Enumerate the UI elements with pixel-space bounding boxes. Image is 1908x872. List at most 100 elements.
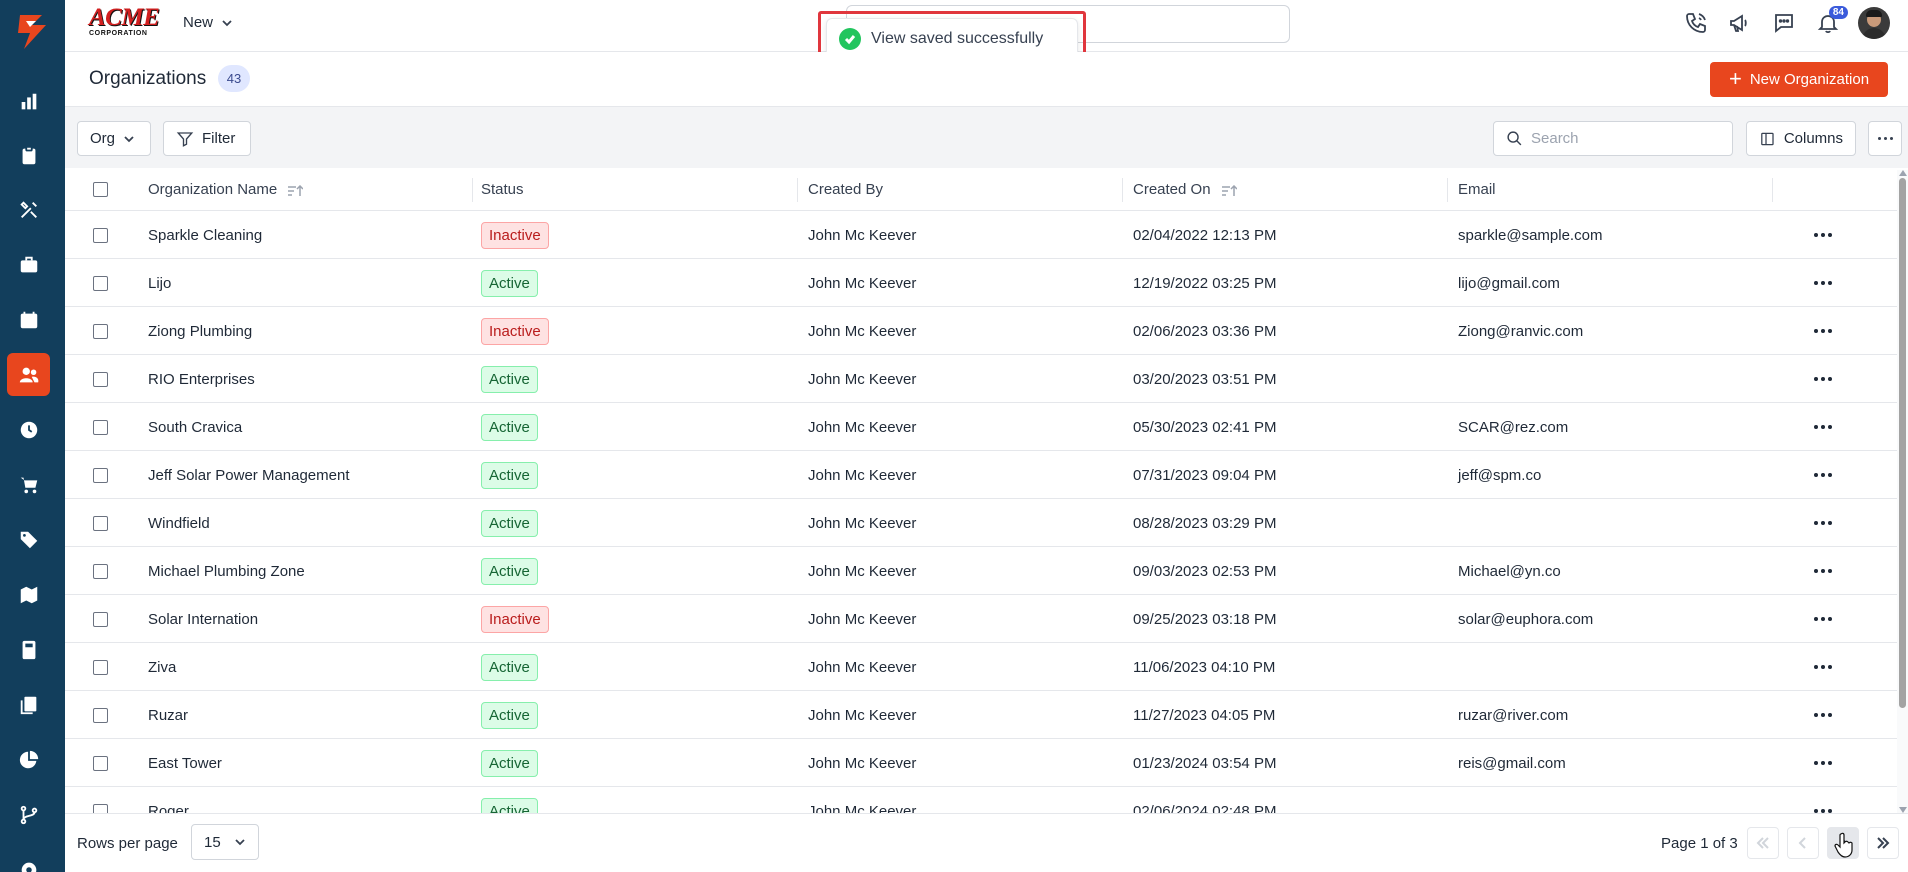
row-checkbox[interactable] <box>93 707 108 723</box>
table-scrollbar[interactable] <box>1897 170 1908 813</box>
table-row[interactable]: Michael Plumbing Zone Active John Mc Keeve… <box>65 547 1897 595</box>
row-checkbox[interactable] <box>93 659 108 675</box>
sidebar-item-jobs[interactable] <box>7 134 50 177</box>
row-checkbox[interactable] <box>93 611 108 627</box>
table-row[interactable]: South Cravica Active John Mc Keever 05/30/2… <box>65 403 1897 451</box>
sidebar-item-tags[interactable] <box>7 518 50 561</box>
column-header-name[interactable]: Organization Name <box>148 168 473 211</box>
organization-name[interactable]: Jeff Solar Power Management <box>148 451 350 499</box>
row-actions-button[interactable] <box>1811 319 1835 343</box>
row-checkbox[interactable] <box>93 467 108 483</box>
row-actions-button[interactable] <box>1811 559 1835 583</box>
scroll-up-arrow-icon[interactable] <box>1899 170 1907 176</box>
table-row[interactable]: RIO Enterprises Active John Mc Keever 03/20… <box>65 355 1897 403</box>
organization-name[interactable]: Ziong Plumbing <box>148 307 252 355</box>
table-search[interactable] <box>1493 121 1733 156</box>
table-row[interactable]: Jeff Solar Power Management Active John Mc… <box>65 451 1897 499</box>
table-row[interactable]: Windfield Active John Mc Keever 08/28/2023 … <box>65 499 1897 547</box>
row-actions-button[interactable] <box>1811 655 1835 679</box>
row-actions-button[interactable] <box>1811 367 1835 391</box>
view-select[interactable]: Org <box>77 121 151 156</box>
status-cell: Active <box>473 739 538 787</box>
filter-button[interactable]: Filter <box>163 121 251 156</box>
search-input[interactable] <box>1531 130 1711 147</box>
sidebar-item-reports[interactable] <box>7 738 50 781</box>
organization-name[interactable]: Sparkle Cleaning <box>148 211 262 259</box>
announcements-button[interactable] <box>1726 9 1754 37</box>
sidebar-item-cart[interactable] <box>7 463 50 506</box>
sidebar-item-calendar[interactable] <box>7 298 50 341</box>
phone-button[interactable] <box>1682 9 1710 37</box>
sidebar-item-calculator[interactable] <box>7 628 50 671</box>
brand-logo[interactable]: ACME CORPORATION <box>89 5 161 40</box>
sort-icon[interactable] <box>1221 184 1238 196</box>
row-checkbox[interactable] <box>93 419 108 435</box>
sidebar-item-map[interactable] <box>7 573 50 616</box>
row-checkbox[interactable] <box>93 515 108 531</box>
sidebar-item-tools[interactable] <box>7 188 50 231</box>
table-row[interactable]: Roger Active John Mc Keever 02/06/2024 02:4… <box>65 787 1897 813</box>
first-page-button[interactable] <box>1747 827 1779 859</box>
column-header-status[interactable]: Status <box>473 168 798 211</box>
organization-name[interactable]: Michael Plumbing Zone <box>148 547 305 595</box>
organization-name[interactable]: Lijo <box>148 259 171 307</box>
sidebar-item-briefcase[interactable] <box>7 243 50 286</box>
organization-name[interactable]: RIO Enterprises <box>148 355 255 403</box>
scrollbar-thumb[interactable] <box>1899 178 1906 708</box>
notifications-button[interactable]: 84 <box>1814 6 1848 37</box>
organization-name[interactable]: Solar Internation <box>148 595 258 643</box>
table-row[interactable]: Lijo Active John Mc Keever 12/19/2022 03:25… <box>65 259 1897 307</box>
last-page-button[interactable] <box>1867 827 1899 859</box>
row-checkbox[interactable] <box>93 227 108 243</box>
row-checkbox-cell <box>93 547 133 595</box>
new-dropdown[interactable]: New <box>183 14 233 31</box>
table-row[interactable]: Ziva Active John Mc Keever 11/06/2023 04:10… <box>65 643 1897 691</box>
organization-name[interactable]: South Cravica <box>148 403 242 451</box>
user-avatar[interactable] <box>1858 7 1890 39</box>
row-actions-button[interactable] <box>1811 271 1835 295</box>
column-header-created-by[interactable]: Created By <box>798 168 1123 211</box>
columns-button[interactable]: Columns <box>1746 121 1856 156</box>
table-row[interactable]: Solar Internation Inactive John Mc Keever 0… <box>65 595 1897 643</box>
clock-icon <box>20 421 37 438</box>
row-checkbox[interactable] <box>93 323 108 339</box>
table-row[interactable]: Sparkle Cleaning Inactive John Mc Keever 02… <box>65 211 1897 259</box>
sidebar-item-contacts[interactable] <box>7 353 50 396</box>
row-checkbox[interactable] <box>93 563 108 579</box>
sidebar-item-documents[interactable] <box>7 683 50 726</box>
sort-icon[interactable] <box>287 184 304 196</box>
column-header-created-on[interactable]: Created On <box>1123 168 1448 211</box>
row-checkbox[interactable] <box>93 755 108 771</box>
row-checkbox[interactable] <box>93 275 108 291</box>
row-actions-button[interactable] <box>1811 751 1835 775</box>
row-actions-button[interactable] <box>1811 607 1835 631</box>
sidebar-item-dashboard[interactable] <box>7 80 50 123</box>
row-actions-button[interactable] <box>1811 223 1835 247</box>
previous-page-button[interactable] <box>1787 827 1819 859</box>
organization-name[interactable]: Roger <box>148 787 189 814</box>
table-row[interactable]: Ruzar Active John Mc Keever 11/27/2023 04:0… <box>65 691 1897 739</box>
table-row[interactable]: East Tower Active John Mc Keever 01/23/2024… <box>65 739 1897 787</box>
row-checkbox[interactable] <box>93 371 108 387</box>
new-organization-button[interactable]: + New Organization <box>1710 62 1888 97</box>
sidebar-item-time[interactable] <box>7 408 50 451</box>
organization-name[interactable]: East Tower <box>148 739 222 787</box>
row-actions-button[interactable] <box>1811 415 1835 439</box>
chat-button[interactable] <box>1770 9 1798 37</box>
organization-name[interactable]: Windfield <box>148 499 210 547</box>
sidebar-item-workflow[interactable] <box>7 793 50 836</box>
more-options-button[interactable] <box>1868 121 1902 156</box>
sidebar-item-settings[interactable] <box>7 848 50 872</box>
row-actions-button[interactable] <box>1811 703 1835 727</box>
row-checkbox[interactable] <box>93 803 108 813</box>
rows-per-page-select[interactable]: 15 <box>191 824 259 860</box>
organization-name[interactable]: Ruzar <box>148 691 188 739</box>
column-header-email[interactable]: Email <box>1448 168 1773 211</box>
select-all-checkbox[interactable] <box>93 182 108 197</box>
table-row[interactable]: Ziong Plumbing Inactive John Mc Keever 02/0… <box>65 307 1897 355</box>
row-actions-button[interactable] <box>1811 511 1835 535</box>
row-actions-button[interactable] <box>1811 799 1835 813</box>
organization-name[interactable]: Ziva <box>148 643 176 691</box>
row-actions-button[interactable] <box>1811 463 1835 487</box>
app-logo-icon[interactable] <box>8 8 58 56</box>
